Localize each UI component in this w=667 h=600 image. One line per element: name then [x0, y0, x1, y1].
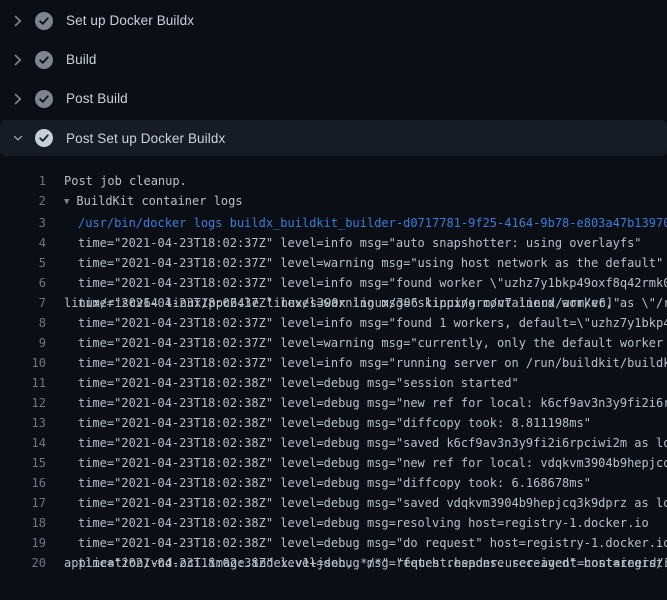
log-viewer: 1 Post job cleanup. 2 ▼BuildKit container l… — [0, 156, 667, 573]
log-line-text: time="2021-04-23T18:02:37Z" level=info m… — [78, 313, 667, 333]
chevron-right-icon — [12, 91, 24, 107]
log-line: 12 time="2021-04-23T18:02:38Z" level=debu… — [0, 393, 667, 413]
log-line: 15 time="2021-04-23T18:02:38Z" level=debu… — [0, 453, 667, 473]
step-row-post-build[interactable]: Post Build — [0, 79, 667, 118]
log-line-number[interactable]: 3 — [0, 213, 46, 233]
log-line-text: time="2021-04-23T18:02:38Z" level=debug … — [78, 433, 667, 453]
check-circle-icon — [35, 129, 53, 147]
log-line-number[interactable]: 13 — [0, 413, 46, 433]
log-line: 3/usr/bin/docker logs buildx_buildkit_bu… — [0, 213, 667, 233]
log-line-text: time="2021-04-23T18:02:37Z" level=info m… — [78, 353, 667, 373]
log-line: 19 time="2021-04-23T18:02:38Z" level=debu… — [0, 533, 667, 553]
log-line-text: time="2021-04-23T18:02:37Z" level=warnin… — [78, 253, 663, 273]
step-row-build[interactable]: Build — [0, 40, 667, 79]
log-line-wrap-text: linux/riscv64 linux/ppc64le linux/s390x … — [64, 293, 620, 313]
log-line: 11 time="2021-04-23T18:02:38Z" level=debu… — [0, 373, 667, 393]
log-line-text: Post job cleanup. — [64, 171, 187, 191]
log-line: 10 time="2021-04-23T18:02:37Z" level=info… — [0, 353, 667, 373]
step-label: Set up Docker Buildx — [66, 13, 194, 28]
log-line-text: time="2021-04-23T18:02:38Z" level=debug … — [78, 473, 591, 493]
log-line-number[interactable]: 11 — [0, 373, 46, 393]
step-label: Build — [66, 52, 97, 67]
log-line: 16 time="2021-04-23T18:02:38Z" level=debu… — [0, 473, 667, 493]
log-line-number[interactable]: 17 — [0, 493, 46, 513]
log-line-text: time="2021-04-23T18:02:38Z" level=debug … — [78, 393, 667, 413]
log-line: 5 time="2021-04-23T18:02:37Z" level=warni… — [0, 253, 667, 273]
log-line-number[interactable]: 20 — [0, 553, 46, 573]
log-line-number[interactable]: 19 — [0, 533, 46, 553]
log-line-number[interactable]: 4 — [0, 233, 46, 253]
log-line-number[interactable]: 12 — [0, 393, 46, 413]
log-line-number[interactable]: 7 — [0, 293, 46, 313]
log-line-number[interactable]: 16 — [0, 473, 46, 493]
log-line-number[interactable]: 10 — [0, 353, 46, 373]
log-line-number[interactable]: 9 — [0, 333, 46, 353]
log-line-text: /usr/bin/docker logs buildx_buildkit_bui… — [78, 213, 667, 233]
log-line-text: time="2021-04-23T18:02:38Z" level=debug … — [78, 453, 667, 473]
step-label: Post Set up Docker Buildx — [66, 131, 225, 146]
log-line: 8 time="2021-04-23T18:02:37Z" level=info … — [0, 313, 667, 333]
log-line-text: time="2021-04-23T18:02:37Z" level=info m… — [78, 233, 642, 253]
log-line-number[interactable]: 18 — [0, 513, 46, 533]
check-circle-icon — [35, 12, 53, 30]
log-line: 13 time="2021-04-23T18:02:38Z" level=debu… — [0, 413, 667, 433]
log-line: 18 time="2021-04-23T18:02:38Z" level=debu… — [0, 513, 667, 533]
log-line-wrap-text: application/vnd.oci.image.index.v1+json,… — [64, 553, 667, 573]
log-line-number[interactable]: 1 — [0, 171, 46, 191]
step-list: Set up Docker Buildx Build Post Build Po… — [0, 0, 667, 156]
log-line-number[interactable]: 15 — [0, 453, 46, 473]
chevron-right-icon — [12, 52, 24, 68]
log-line-text: time="2021-04-23T18:02:37Z" level=warnin… — [78, 333, 667, 353]
log-line-number[interactable]: 2 — [0, 191, 46, 213]
log-line-text: time="2021-04-23T18:02:38Z" level=debug … — [78, 533, 667, 553]
log-line-text: time="2021-04-23T18:02:37Z" level=info m… — [78, 273, 667, 293]
chevron-right-icon — [12, 13, 24, 29]
chevron-down-icon — [12, 131, 24, 145]
log-line-text[interactable]: ▼BuildKit container logs — [64, 191, 243, 213]
group-collapse-icon[interactable]: ▼ — [64, 192, 69, 212]
log-line-number[interactable]: 6 — [0, 273, 46, 293]
log-line: 6 time="2021-04-23T18:02:37Z" level=info … — [0, 273, 667, 293]
log-line: 2 ▼BuildKit container logs — [0, 191, 667, 213]
check-circle-icon — [35, 51, 53, 69]
check-circle-icon — [35, 90, 53, 108]
log-line-text: time="2021-04-23T18:02:38Z" level=debug … — [78, 373, 519, 393]
log-line-number[interactable]: 14 — [0, 433, 46, 453]
log-line: 1 Post job cleanup. — [0, 171, 667, 191]
log-line-number[interactable]: 5 — [0, 253, 46, 273]
log-line-text: time="2021-04-23T18:02:38Z" level=debug … — [78, 513, 649, 533]
log-line: 9 time="2021-04-23T18:02:37Z" level=warni… — [0, 333, 667, 353]
log-line: 14 time="2021-04-23T18:02:38Z" level=debu… — [0, 433, 667, 453]
log-line: 4 time="2021-04-23T18:02:37Z" level=info … — [0, 233, 667, 253]
log-line: 17 time="2021-04-23T18:02:38Z" level=debu… — [0, 493, 667, 513]
log-line-text: time="2021-04-23T18:02:38Z" level=debug … — [78, 493, 667, 513]
log-line-number[interactable]: 8 — [0, 313, 46, 333]
step-row-post-setup-docker-buildx[interactable]: Post Set up Docker Buildx — [0, 120, 667, 156]
step-row-setup-docker-buildx[interactable]: Set up Docker Buildx — [0, 1, 667, 40]
log-line-text: time="2021-04-23T18:02:38Z" level=debug … — [78, 413, 591, 433]
step-label: Post Build — [66, 91, 128, 106]
